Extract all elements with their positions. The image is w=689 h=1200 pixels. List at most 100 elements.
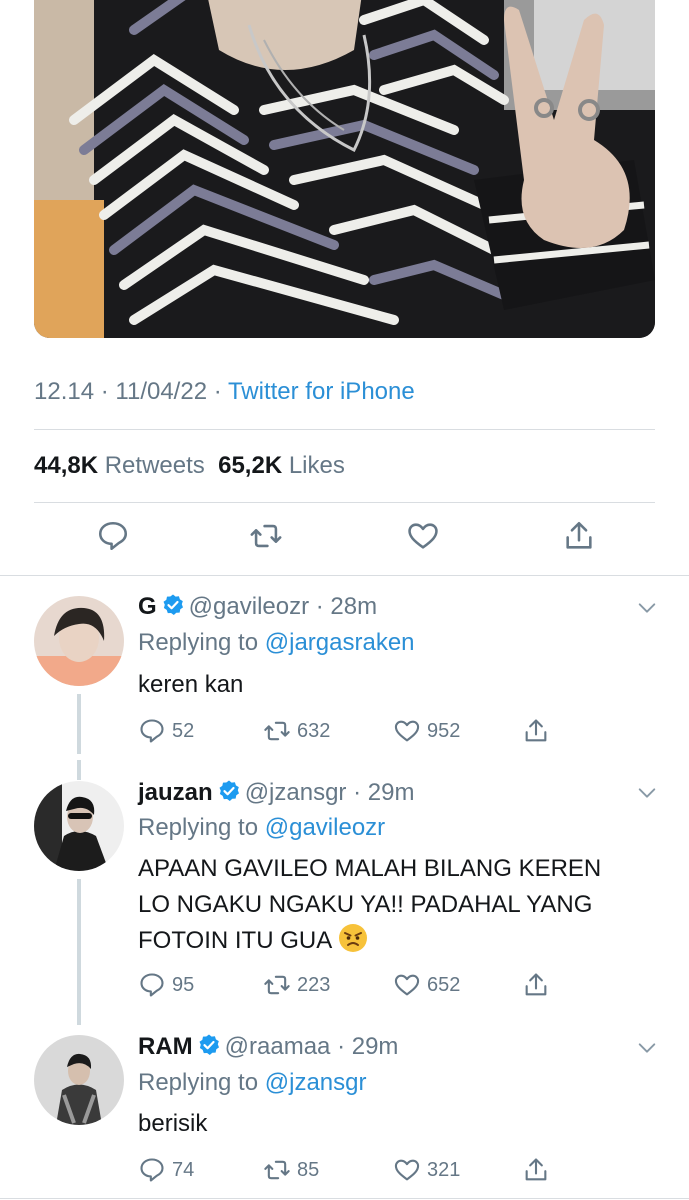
like-action[interactable]: 952: [393, 714, 460, 748]
angry-face-emoji-icon: [339, 924, 368, 952]
thread-line: [77, 760, 81, 780]
display-name[interactable]: jauzan: [138, 779, 213, 806]
chevron-down-icon[interactable]: [636, 782, 658, 804]
avatar-image: [34, 596, 124, 686]
reply-text: keren kan: [138, 671, 244, 698]
retweet-count: 85: [297, 1158, 320, 1181]
retweet-action[interactable]: 632: [263, 714, 330, 748]
verified-badge-icon: [199, 1034, 219, 1055]
retweet-icon: [264, 721, 290, 741]
thread-line: [77, 879, 81, 1025]
reply-count: 74: [172, 1158, 195, 1181]
divider: [0, 1198, 689, 1199]
reply-count: 52: [172, 719, 195, 742]
reply-time[interactable]: 29m: [368, 779, 415, 806]
tweet-date: 11/04/22: [115, 378, 208, 405]
like-icon[interactable]: [406, 519, 440, 553]
user-handle[interactable]: @jzansgr: [245, 779, 347, 806]
verified-badge-icon: [163, 594, 183, 615]
avatar[interactable]: [34, 596, 124, 686]
like-count: 952: [427, 719, 461, 742]
likes-count: 65,2K: [218, 452, 283, 479]
retweet-action[interactable]: 85: [263, 1153, 319, 1187]
retweets-count: 44,8K: [34, 452, 99, 479]
retweet-count: 632: [297, 719, 331, 742]
reply-actions: 74 85 321: [138, 1153, 658, 1187]
display-name[interactable]: RAM: [138, 1033, 193, 1060]
replying-mention[interactable]: @jzansgr: [265, 1069, 367, 1096]
reply-icon: [140, 719, 164, 743]
like-action[interactable]: 652: [393, 968, 460, 1002]
meta-separator: ·: [213, 378, 222, 405]
replying-to: Replying to @jzansgr: [138, 1069, 366, 1097]
replying-label: Replying to: [138, 629, 259, 656]
replying-to: Replying to @gavileozr: [138, 814, 385, 842]
retweet-action[interactable]: 223: [263, 968, 330, 1002]
reply-header: G @gavileozr · 28m: [138, 593, 378, 620]
divider: [34, 502, 655, 503]
tweet-source-link[interactable]: Twitter for iPhone: [228, 378, 415, 405]
reply-text: berisik: [138, 1110, 208, 1137]
share-action[interactable]: [522, 1153, 556, 1187]
avatar[interactable]: [34, 1035, 124, 1125]
reply-action[interactable]: 52: [138, 714, 194, 748]
like-count: 652: [427, 973, 461, 996]
share-action[interactable]: [522, 714, 556, 748]
like-icon: [394, 974, 420, 996]
reply-time[interactable]: 29m: [352, 1033, 399, 1060]
avatar-image: [34, 1035, 124, 1125]
reply-icon: [140, 1158, 164, 1182]
thread-line: [77, 694, 81, 754]
reply-action[interactable]: 95: [138, 968, 194, 1002]
reply-text-span: FOTOIN ITU GUA: [138, 927, 333, 954]
retweets-stat[interactable]: 44,8K Retweets: [34, 452, 205, 479]
reply-count: 95: [172, 973, 195, 996]
likes-stat[interactable]: 65,2K Likes: [218, 452, 345, 479]
tweet-meta: 12.14 · 11/04/22 · Twitter for iPhone: [34, 378, 415, 406]
share-icon: [525, 973, 547, 996]
share-action[interactable]: [522, 968, 556, 1002]
replying-to: Replying to @jargasraken: [138, 629, 415, 657]
replying-mention[interactable]: @gavileozr: [265, 814, 385, 841]
meta-separator: ·: [100, 378, 109, 405]
reply-header: jauzan @jzansgr · 29m: [138, 779, 415, 806]
likes-label: Likes: [288, 452, 345, 479]
reply-icon: [140, 973, 164, 997]
reply-text-line: LO NGAKU NGAKU YA!! PADAHAL YANG: [138, 891, 593, 918]
replying-label: Replying to: [138, 814, 259, 841]
divider: [0, 575, 689, 576]
chevron-down-icon[interactable]: [636, 1037, 658, 1059]
reply-text-line: FOTOIN ITU GUA: [138, 923, 658, 959]
reply-text-line: APAAN GAVILEO MALAH BILANG KEREN: [138, 855, 602, 882]
retweet-count: 223: [297, 973, 331, 996]
tweet-stats: 44,8K Retweets 65,2K Likes: [34, 452, 345, 480]
verified-badge-icon: [219, 780, 239, 801]
retweet-icon: [264, 1160, 290, 1180]
replying-label: Replying to: [138, 1069, 259, 1096]
reply-time[interactable]: 28m: [330, 593, 377, 620]
reply-action[interactable]: 74: [138, 1153, 194, 1187]
reply-header: RAM @raamaa · 29m: [138, 1033, 399, 1060]
replying-mention[interactable]: @jargasraken: [265, 629, 415, 656]
retweets-label: Retweets: [104, 452, 205, 479]
divider: [34, 429, 655, 430]
user-handle[interactable]: @raamaa: [225, 1033, 331, 1060]
retweet-icon[interactable]: [249, 519, 283, 553]
chevron-down-icon[interactable]: [636, 597, 658, 619]
avatar-image: [34, 781, 124, 871]
share-icon[interactable]: [562, 519, 596, 553]
reply-actions: 52 632 952: [138, 714, 658, 748]
photo-image: [34, 0, 655, 338]
like-icon: [394, 1159, 420, 1181]
tweet-time: 12.14: [34, 378, 95, 405]
user-handle[interactable]: @gavileozr: [189, 593, 309, 620]
share-icon: [525, 1158, 547, 1181]
reply-icon[interactable]: [96, 519, 130, 553]
like-count: 321: [427, 1158, 461, 1181]
display-name[interactable]: G: [138, 593, 157, 620]
retweet-icon: [264, 975, 290, 995]
avatar[interactable]: [34, 781, 124, 871]
tweet-photo[interactable]: [34, 0, 655, 338]
like-action[interactable]: 321: [393, 1153, 460, 1187]
tweet-actions: [34, 515, 655, 563]
